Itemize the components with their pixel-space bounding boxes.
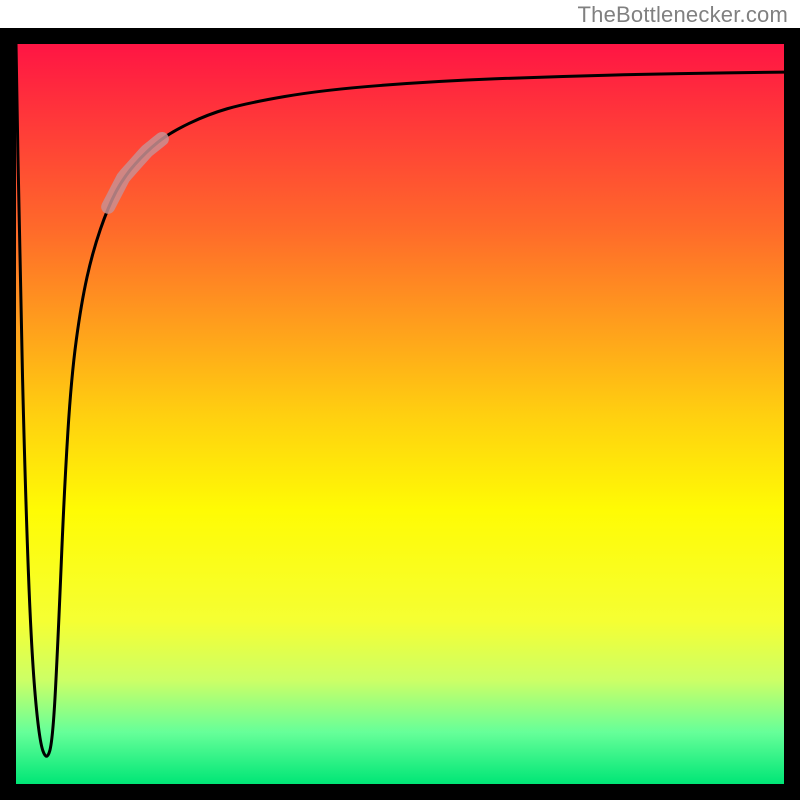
chart-background xyxy=(16,44,784,784)
chart-container: TheBottlenecker.com xyxy=(0,0,800,800)
attribution-text: TheBottlenecker.com xyxy=(578,2,788,28)
bottleneck-chart xyxy=(0,0,800,800)
